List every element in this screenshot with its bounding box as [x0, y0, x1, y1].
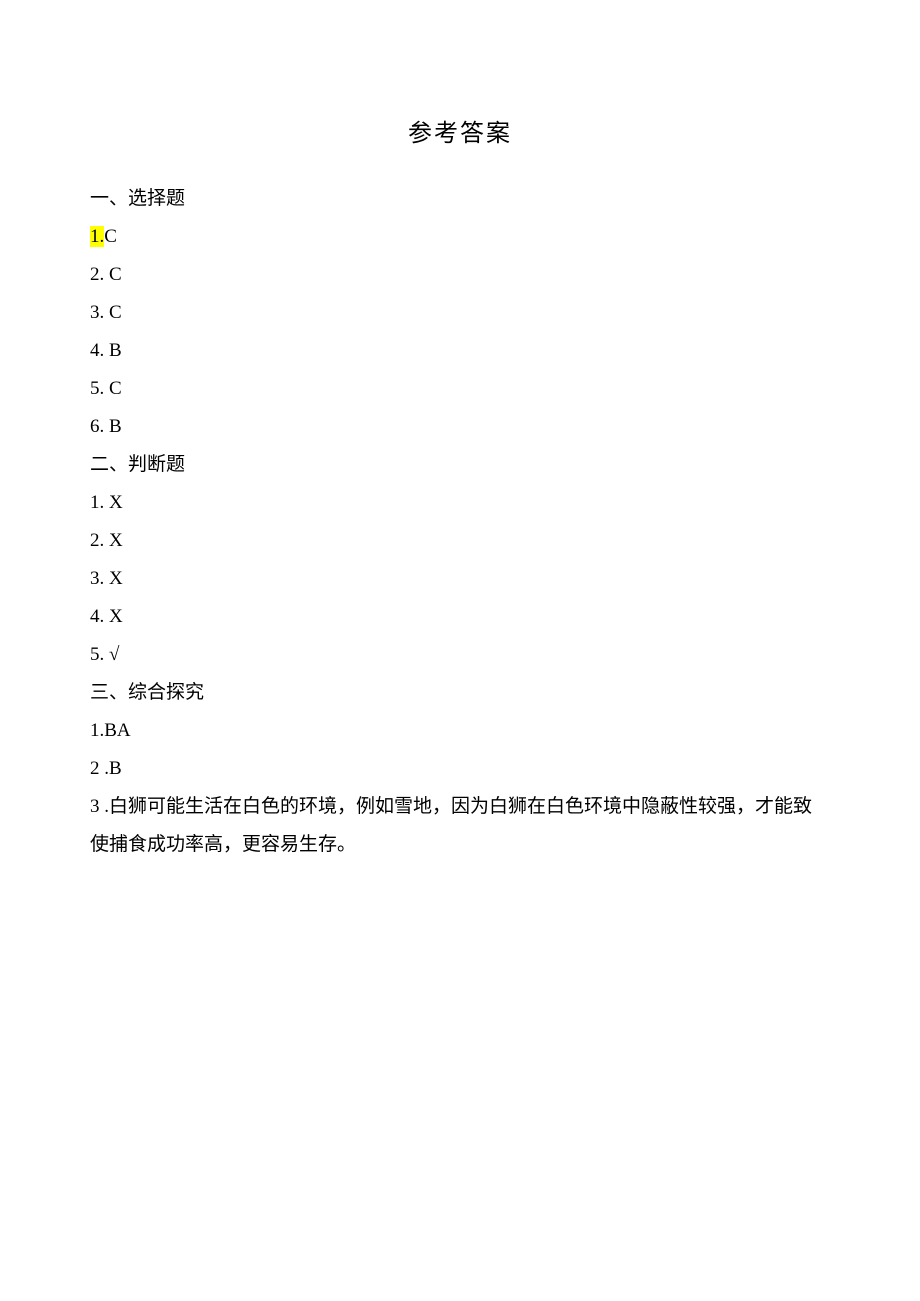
page-title: 参考答案	[90, 110, 830, 158]
answer-number: 4.	[90, 606, 104, 627]
answer-letter: C	[109, 264, 122, 285]
answer-row: 1.C	[90, 218, 830, 256]
answer-number: 5.	[90, 378, 104, 399]
answer-mark: √	[109, 644, 119, 665]
answer-number: 2.	[90, 264, 104, 285]
answer-letter: C	[109, 378, 122, 399]
answer-row: 6. B	[90, 408, 830, 446]
answer-number: 3.	[90, 302, 104, 323]
answer-number: 2	[90, 758, 100, 779]
answer-number-highlighted: 1.	[90, 226, 104, 247]
answer-mark: X	[109, 530, 123, 551]
answer-letter: B	[109, 416, 122, 437]
answer-text: B	[109, 758, 122, 779]
section-3-heading: 三、综合探究	[90, 674, 830, 712]
answer-letter: C	[109, 302, 122, 323]
answer-sep: .	[100, 758, 110, 779]
answer-row: 4. X	[90, 598, 830, 636]
answer-row: 2. C	[90, 256, 830, 294]
answer-mark: X	[109, 492, 123, 513]
answer-number: 6.	[90, 416, 104, 437]
answer-letter: B	[109, 340, 122, 361]
answer-mark: X	[109, 568, 123, 589]
answer-row: 3. X	[90, 560, 830, 598]
answer-row: 1.BA	[90, 712, 830, 750]
answer-sep: .	[100, 796, 110, 817]
answer-key-page: 参考答案 一、选择题 1.C 2. C 3. C 4. B 5. C 6. B …	[0, 0, 920, 1301]
answer-number: 1.	[90, 492, 104, 513]
answer-row: 4. B	[90, 332, 830, 370]
answer-row: 2. X	[90, 522, 830, 560]
section-1-heading: 一、选择题	[90, 180, 830, 218]
answer-number: 5.	[90, 644, 104, 665]
answer-number: 4.	[90, 340, 104, 361]
answer-mark: X	[109, 606, 123, 627]
answer-letter: C	[104, 226, 117, 247]
answer-text: BA	[104, 720, 130, 741]
answer-text: 白狮可能生活在白色的环境，例如雪地，因为白狮在白色环境中隐蔽性较强，才能致使捕食…	[90, 796, 812, 855]
section-2-heading: 二、判断题	[90, 446, 830, 484]
answer-number: 2.	[90, 530, 104, 551]
answer-row: 3 .白狮可能生活在白色的环境，例如雪地，因为白狮在白色环境中隐蔽性较强，才能致…	[90, 788, 830, 864]
answer-number: 1.	[90, 720, 104, 741]
answer-number: 3	[90, 796, 100, 817]
answer-row: 3. C	[90, 294, 830, 332]
answer-number: 3.	[90, 568, 104, 589]
answer-row: 5. C	[90, 370, 830, 408]
answer-row: 1. X	[90, 484, 830, 522]
answer-row: 5. √	[90, 636, 830, 674]
answer-row: 2 .B	[90, 750, 830, 788]
